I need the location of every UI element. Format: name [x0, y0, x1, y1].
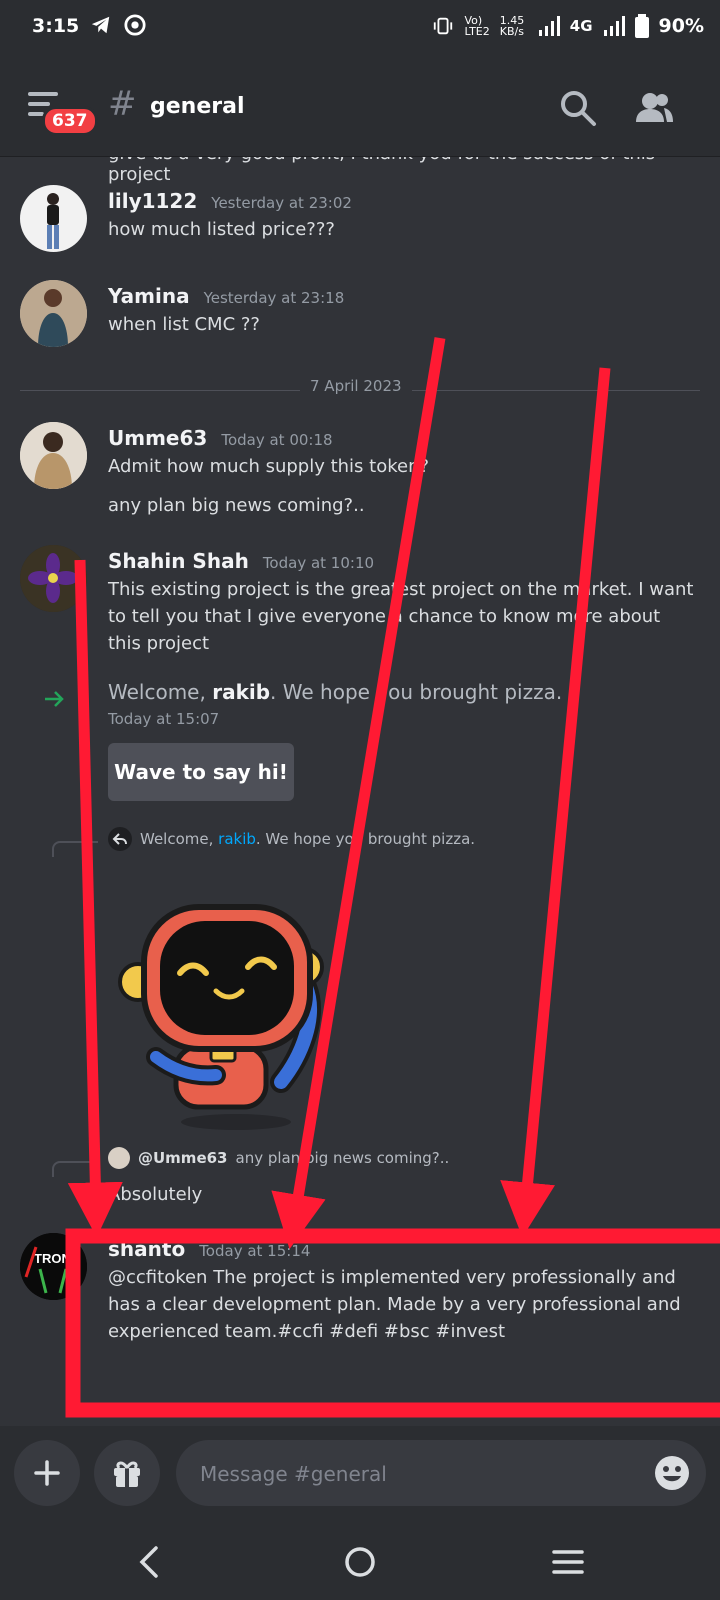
avatar[interactable] [20, 185, 87, 252]
signal-icon [538, 16, 560, 36]
welcome-name[interactable]: rakib [212, 680, 270, 704]
status-time: 3:15 [32, 15, 80, 37]
message-text: Admit how much supply this token? [108, 456, 430, 477]
username[interactable]: Shahin Shah [108, 549, 249, 573]
wave-sticker [118, 904, 324, 1130]
username[interactable]: shanto [108, 1237, 185, 1261]
reply-icon [108, 827, 132, 851]
reply-reference[interactable]: @Umme63 any plan big news coming?.. [108, 1147, 449, 1169]
chrome-icon [124, 14, 146, 36]
message-text: when list CMC ?? [108, 314, 260, 335]
timestamp: Yesterday at 23:02 [211, 194, 352, 212]
message-input-box[interactable] [176, 1440, 706, 1508]
add-attachment-button[interactable] [14, 1440, 80, 1506]
home-icon[interactable] [340, 1542, 380, 1582]
message-text: This existing project is the greatest pr… [108, 579, 694, 654]
reply-connector [52, 841, 98, 857]
menu-button[interactable]: 637 [28, 92, 98, 136]
avatar[interactable] [20, 280, 87, 347]
username[interactable]: lily1122 [108, 189, 197, 213]
message-text: how much listed price??? [108, 219, 335, 240]
join-arrow-icon [45, 691, 64, 707]
telegram-icon [91, 16, 110, 34]
gift-button[interactable] [94, 1440, 160, 1506]
welcome-timestamp: Today at 15:07 [108, 710, 220, 728]
message-input[interactable] [198, 1440, 622, 1508]
timestamp: Yesterday at 23:18 [203, 289, 345, 307]
network-type: 4G [569, 17, 593, 35]
battery-icon [634, 14, 649, 38]
avatar-text: TRON [34, 1251, 71, 1266]
timestamp: Today at 15:14 [199, 1242, 311, 1260]
timestamp: Today at 10:10 [262, 554, 375, 572]
reply-mention[interactable]: rakib [218, 830, 256, 848]
volte-icon: Vo) LTE2 [464, 14, 490, 38]
channel-header: 637 # general [0, 56, 720, 157]
avatar[interactable] [20, 545, 87, 612]
username[interactable]: Umme63 [108, 426, 207, 450]
plus-icon [34, 1460, 60, 1486]
members-icon[interactable] [634, 88, 674, 128]
reply-mention[interactable]: @Umme63 [138, 1149, 228, 1167]
status-bar: 3:15 Vo) LTE2 1.45 KB/s 4G 90% [0, 0, 720, 56]
system-nav-bar [0, 1524, 720, 1600]
reply-connector [52, 1161, 98, 1177]
recents-icon[interactable] [548, 1542, 588, 1582]
wave-button[interactable]: Wave to say hi! [108, 743, 294, 801]
message-text: @ccfitoken The project is implemented ve… [108, 1267, 681, 1342]
composer-bar [0, 1426, 720, 1524]
message-list[interactable]: give us a very good profit, I thank you … [0, 157, 720, 1425]
avatar[interactable] [20, 422, 87, 489]
avatar[interactable]: TRON [20, 1233, 87, 1300]
emoji-icon[interactable] [654, 1455, 690, 1491]
search-icon[interactable] [558, 88, 598, 128]
signal-icon-2 [603, 16, 625, 36]
message-text: Absolutely [108, 1184, 203, 1205]
date-divider-label: 7 April 2023 [300, 377, 412, 395]
network-speed: 1.45 KB/s [499, 14, 525, 38]
notification-badge: 637 [42, 106, 98, 136]
vibrate-icon [434, 17, 453, 35]
battery-percent: 90% [658, 15, 704, 37]
username[interactable]: Yamina [108, 284, 190, 308]
reply-avatar [108, 1147, 130, 1169]
timestamp: Today at 00:18 [221, 431, 333, 449]
partial-message: give us a very good profit, I thank you … [108, 157, 655, 185]
message-text: any plan big news coming?.. [108, 495, 365, 516]
channel-name: general [150, 94, 245, 119]
welcome-message: Welcome, rakib. We hope you brought pizz… [108, 680, 563, 704]
back-icon[interactable] [130, 1542, 170, 1582]
reply-reference[interactable]: Welcome, rakib. We hope you brought pizz… [108, 827, 475, 851]
hash-icon: # [108, 84, 137, 124]
gift-icon [114, 1461, 140, 1487]
